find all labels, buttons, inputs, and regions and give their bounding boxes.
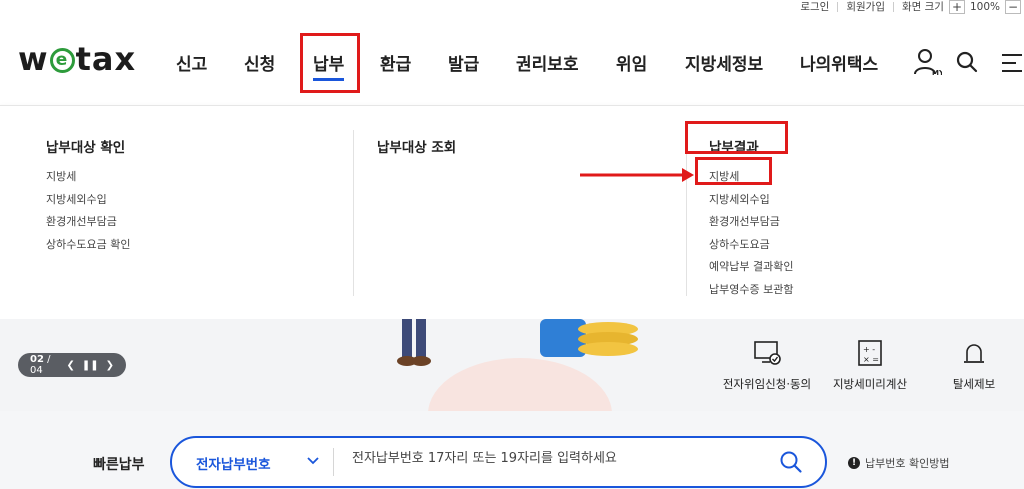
payment-number-help-link[interactable]: ! 납부번호 확인방법 xyxy=(848,455,949,471)
menu-item-non-tax-revenue[interactable]: 지방세외수입 xyxy=(46,189,130,212)
zoom-in-button[interactable]: + xyxy=(948,0,965,14)
logo-text-w: w xyxy=(18,40,49,78)
utility-bar: 로그인 회원가입 화면 크기 + 100% − xyxy=(792,0,1024,14)
annotation-arrow-icon xyxy=(580,168,694,182)
menu-column-check: 납부대상 확인 지방세 지방세외수입 환경개선부담금 상하수도요금 확인 xyxy=(46,136,130,256)
menu-item-scheduled-payment-result[interactable]: 예약납부 결과확인 xyxy=(709,256,793,279)
zoom-level: 100% xyxy=(969,1,1000,13)
nav-item-my-wetax[interactable]: 나의위택스 xyxy=(800,50,878,75)
siren-icon xyxy=(964,344,984,363)
logo-text-tax: tax xyxy=(75,40,137,78)
menu-column-title[interactable]: 납부대상 조회 xyxy=(377,136,456,156)
slide-counter: 02 / 04 xyxy=(30,354,51,376)
screen-size-label: 화면 크기 xyxy=(901,1,944,13)
zoom-out-button[interactable]: − xyxy=(1005,0,1021,14)
nav-item-rights[interactable]: 권리보호 xyxy=(516,50,579,75)
mega-menu-panel: 납부대상 확인 지방세 지방세외수입 환경개선부담금 상하수도요금 확인 납부대… xyxy=(0,105,1024,319)
info-icon: ! xyxy=(848,457,860,469)
quick-payment-search-box: 전자납부번호 xyxy=(170,436,827,488)
highlight-box-nav-payment xyxy=(300,33,360,93)
hero-slider-control: 02 / 04 ❮ ❚❚ ❯ xyxy=(18,353,126,377)
nav-item-refund[interactable]: 환급 xyxy=(380,50,411,75)
menu-item-result-environment-charge[interactable]: 환경개선부담금 xyxy=(709,211,793,234)
svg-text:+ -: + - xyxy=(863,345,875,354)
monitor-check-icon xyxy=(754,341,781,365)
payment-number-type-select[interactable]: 전자납부번호 xyxy=(196,453,271,473)
next-slide-icon[interactable]: ❯ xyxy=(106,360,114,371)
my-user-icon[interactable]: MY xyxy=(912,47,942,77)
login-link[interactable]: 로그인 xyxy=(792,1,837,13)
highlight-box-payment-result xyxy=(685,121,788,154)
menu-item-water-bill[interactable]: 상하수도요금 확인 xyxy=(46,234,130,257)
menu-icon[interactable] xyxy=(1000,52,1024,74)
pause-icon[interactable]: ❚❚ xyxy=(82,360,99,371)
menu-column-inquiry: 납부대상 조회 xyxy=(377,136,456,166)
menu-item-receipt-box[interactable]: 납부영수증 보관함 xyxy=(709,279,793,302)
nav-item-report[interactable]: 신고 xyxy=(176,50,207,75)
calculator-icon: + - × = xyxy=(858,340,882,366)
logo-e-mark: e xyxy=(49,47,75,73)
hero-illustration xyxy=(397,319,638,411)
quick-link-e-delegation[interactable]: 전자위임신청·동의 xyxy=(717,338,817,392)
signup-link[interactable]: 회원가입 xyxy=(838,1,893,13)
nav-item-local-tax-info[interactable]: 지방세정보 xyxy=(685,50,763,75)
quick-link-label: 탈세제보 xyxy=(952,377,996,391)
quick-link-label: 전자위임신청·동의 xyxy=(722,377,812,391)
menu-item-local-tax[interactable]: 지방세 xyxy=(46,166,130,189)
wetax-logo[interactable]: w e tax xyxy=(18,40,136,78)
my-badge: MY xyxy=(932,69,942,77)
nav-item-issue[interactable]: 발급 xyxy=(448,50,479,75)
menu-divider xyxy=(686,130,687,296)
svg-text:× =: × = xyxy=(863,355,879,364)
nav-item-apply[interactable]: 신청 xyxy=(244,50,275,75)
quick-payment-label: 빠른납부 xyxy=(93,457,145,473)
payment-number-input[interactable] xyxy=(352,451,752,466)
menu-item-result-non-tax-revenue[interactable]: 지방세외수입 xyxy=(709,189,793,212)
search-icon[interactable] xyxy=(779,450,803,474)
quick-link-label: 지방세미리계산 xyxy=(832,377,908,391)
menu-divider xyxy=(353,130,354,296)
prev-slide-icon[interactable]: ❮ xyxy=(66,360,74,371)
search-icon[interactable] xyxy=(955,50,979,74)
highlight-box-local-tax xyxy=(695,157,772,185)
quick-link-tax-calculator[interactable]: + - × = 지방세미리계산 xyxy=(822,338,918,392)
menu-item-environment-charge[interactable]: 환경개선부담금 xyxy=(46,211,130,234)
nav-item-delegation[interactable]: 위임 xyxy=(616,50,647,75)
menu-item-result-water-bill[interactable]: 상하수도요금 xyxy=(709,234,793,257)
menu-column-title: 납부대상 확인 xyxy=(46,140,126,156)
chevron-down-icon[interactable] xyxy=(306,453,320,467)
search-divider xyxy=(333,448,334,476)
help-label: 납부번호 확인방법 xyxy=(865,457,950,470)
quick-link-tax-evasion-report[interactable]: 탈세제보 xyxy=(936,338,1012,392)
